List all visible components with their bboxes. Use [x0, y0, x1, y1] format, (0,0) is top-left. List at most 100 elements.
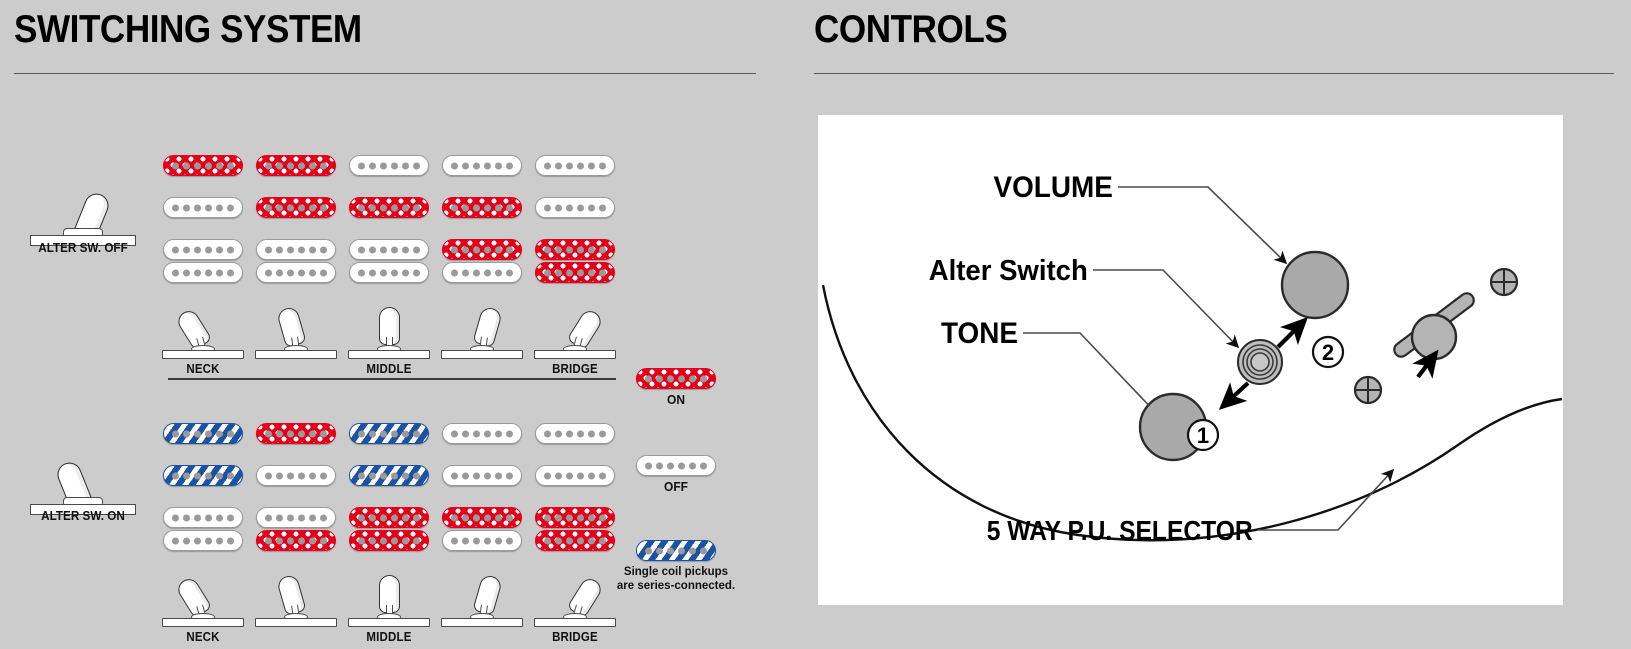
alter-position-2-arrow: [1276, 317, 1308, 349]
single-coil: [535, 155, 615, 176]
coil-top: [163, 507, 243, 528]
humbucker: [535, 239, 615, 283]
coil-bottom: [535, 262, 615, 283]
alter-position-1-number: 1: [1197, 423, 1209, 448]
volume-leader-line: [1118, 186, 1288, 265]
coil-bottom: [442, 530, 522, 551]
single-coil: [442, 465, 522, 486]
coil-top: [349, 239, 429, 260]
controls-panel: CONTROLS 2 1 VOLUME Alter Switch TONE 5 …: [800, 0, 1631, 649]
position-label-neck: NECK: [186, 630, 220, 644]
coil-top: [163, 239, 243, 260]
coil-top: [442, 507, 522, 528]
single-coil: [256, 155, 336, 176]
coil-top: [256, 507, 336, 528]
single-coil: [442, 197, 522, 218]
five-way-selector-control[interactable]: [1391, 291, 1476, 361]
tone-label: TONE: [941, 317, 1018, 350]
single-coil: [163, 465, 243, 486]
position-label-middle: MIDDLE: [366, 630, 412, 644]
position-label-neck: NECK: [186, 362, 220, 376]
switching-diagram: ALTER SW. OFF ALTER SW. ON NECK MIDDLE BRI…: [0, 0, 800, 649]
single-coil: [535, 197, 615, 218]
title-divider-controls: [814, 73, 1614, 74]
single-coil: [535, 465, 615, 486]
position-label-bridge: BRIDGE: [552, 362, 598, 376]
humbucker: [442, 239, 522, 283]
single-coil: [349, 155, 429, 176]
legend-on-label: ON: [667, 392, 685, 407]
legend-coil-off: [636, 455, 716, 476]
humbucker: [442, 507, 522, 551]
selector-lever-position-1[interactable]: [160, 569, 246, 627]
selector-lever-position-5[interactable]: [532, 301, 618, 359]
legend-off: OFF: [628, 455, 724, 494]
humbucker: [163, 507, 243, 551]
coil-bottom: [256, 262, 336, 283]
legend-series-note: Single coil pickups are series-connected…: [601, 566, 751, 593]
selector-lever-position-2[interactable]: [253, 301, 339, 359]
alter-switch-off-label: ALTER SW. OFF: [38, 240, 128, 255]
volume-label: VOLUME: [994, 171, 1113, 204]
coil-bottom: [256, 530, 336, 551]
humbucker: [256, 507, 336, 551]
single-coil: [256, 197, 336, 218]
single-coil: [442, 423, 522, 444]
coil-bottom: [442, 262, 522, 283]
legend-series: [628, 540, 724, 561]
switching-system-panel: SWITCHING SYSTEM ALTER SW. OFF ALTER SW.…: [0, 0, 800, 649]
selector-screw-lower: [1353, 375, 1383, 405]
five-way-selector-label: 5 WAY P.U. SELECTOR: [987, 515, 1253, 547]
legend-off-label: OFF: [664, 479, 688, 494]
selector-lever-position-4[interactable]: [439, 569, 525, 627]
legend-coil-series: [636, 540, 716, 561]
volume-knob[interactable]: [1280, 250, 1350, 320]
coil-bottom: [349, 530, 429, 551]
single-coil: [256, 423, 336, 444]
alter-switch-label: Alter Switch: [929, 253, 1088, 286]
legend-coil-on: [636, 368, 716, 389]
selector-lever-position-1[interactable]: [160, 301, 246, 359]
page-title-controls: CONTROLS: [814, 8, 1008, 51]
single-coil: [349, 423, 429, 444]
humbucker: [163, 239, 243, 283]
tone-leader-line: [1023, 332, 1160, 417]
coil-bottom: [163, 530, 243, 551]
selector-lever-position-2[interactable]: [253, 569, 339, 627]
legend-series-note-line2: are series-connected.: [616, 579, 736, 592]
alter-switch-on-label: ALTER SW. ON: [41, 508, 125, 523]
coil-top: [535, 239, 615, 260]
humbucker: [349, 239, 429, 283]
selector-lever-position-3[interactable]: [346, 301, 432, 359]
position-label-middle: MIDDLE: [366, 362, 412, 376]
coil-bottom: [163, 262, 243, 283]
alter-switch-leader-line: [1093, 269, 1240, 349]
coil-top: [349, 507, 429, 528]
selector-screw-upper: [1489, 267, 1519, 297]
coil-top: [535, 507, 615, 528]
single-coil: [256, 465, 336, 486]
selector-lever-position-3[interactable]: [346, 569, 432, 627]
humbucker: [349, 507, 429, 551]
alter-position-2-number: 2: [1322, 340, 1334, 365]
single-coil: [349, 197, 429, 218]
coil-bottom: [349, 262, 429, 283]
legend-series-note-line1: Single coil pickups: [623, 566, 729, 578]
alter-switch-control[interactable]: [1237, 339, 1283, 385]
selector-leader-line: [1258, 468, 1395, 531]
alter-position-2-badge: 2: [1311, 335, 1345, 369]
single-coil: [349, 465, 429, 486]
alter-position-1-arrow: [1218, 381, 1250, 410]
legend-on: ON: [628, 368, 724, 407]
humbucker: [535, 507, 615, 551]
single-coil: [163, 197, 243, 218]
single-coil: [163, 423, 243, 444]
coil-top: [256, 239, 336, 260]
single-coil: [535, 423, 615, 444]
controls-illustration: 2 1 VOLUME Alter Switch TONE 5 WAY P.U. …: [818, 115, 1563, 605]
alter-position-1-badge: 1: [1186, 418, 1220, 452]
humbucker: [256, 239, 336, 283]
group-divider: [168, 378, 616, 380]
coil-bottom: [535, 530, 615, 551]
selector-lever-position-4[interactable]: [439, 301, 525, 359]
